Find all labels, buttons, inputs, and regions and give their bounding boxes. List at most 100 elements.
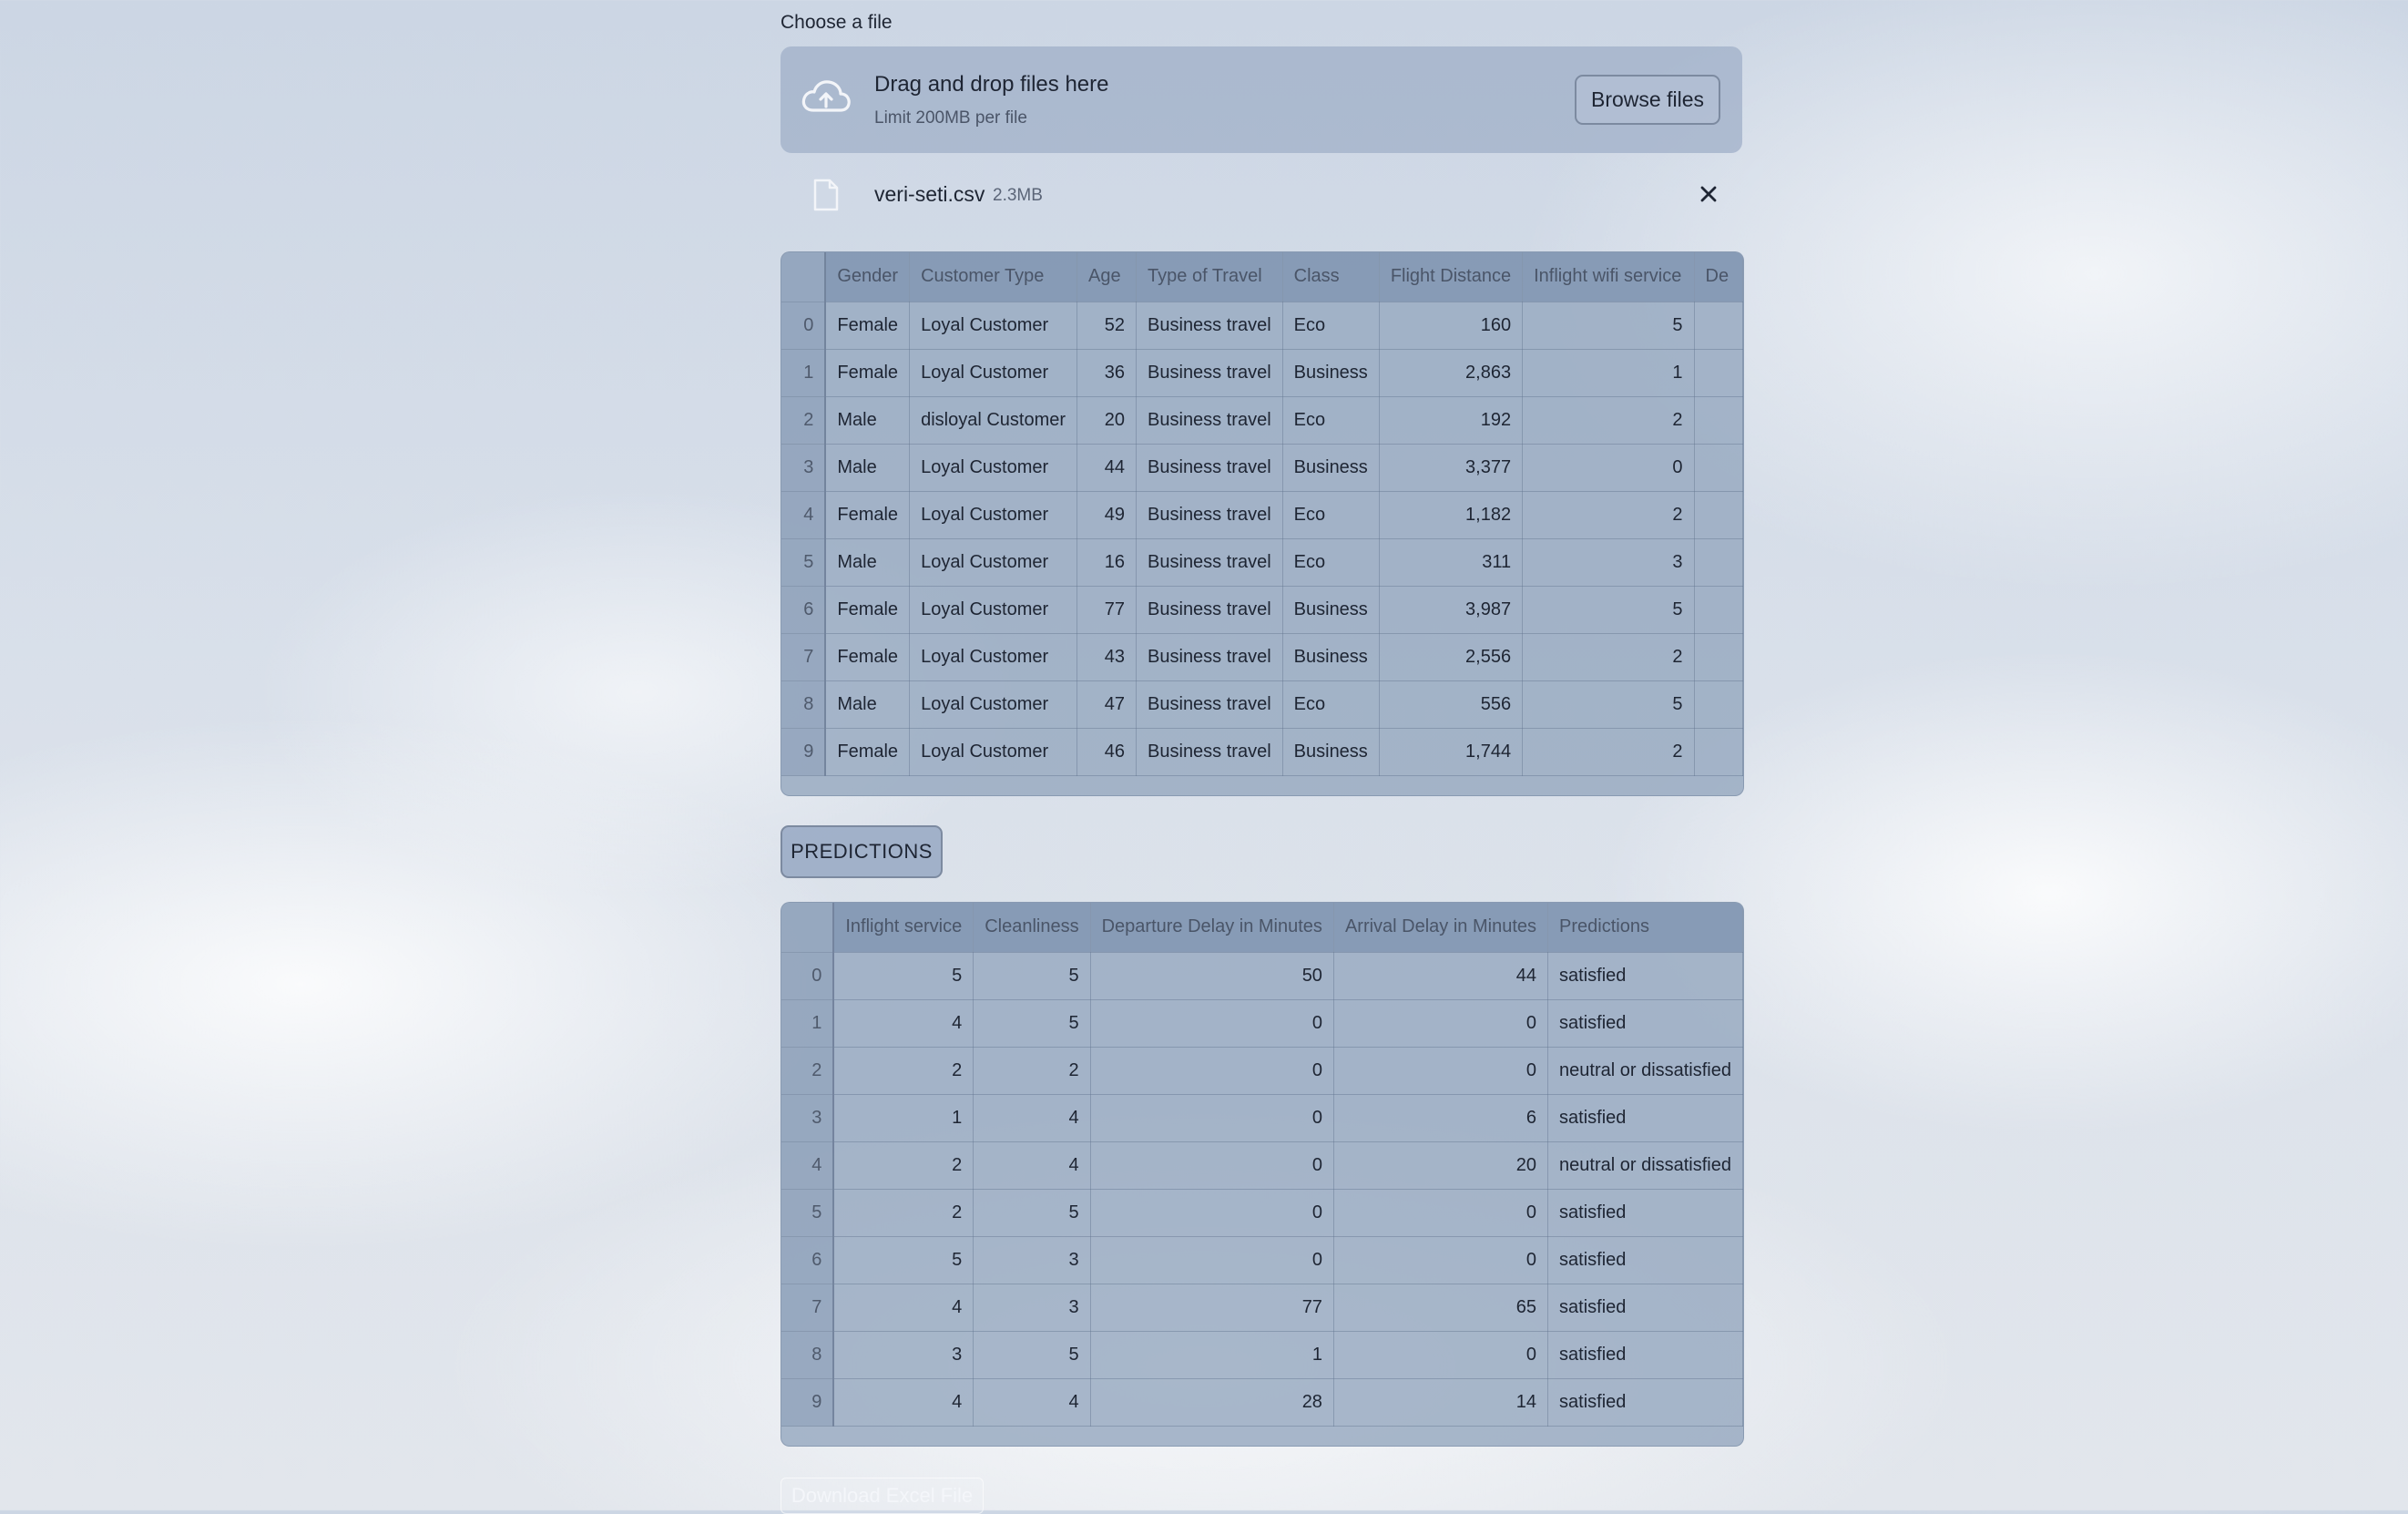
table-cell[interactable]: 47 [1076,680,1138,729]
table-cell[interactable]: 0 [1522,444,1695,492]
table-cell[interactable]: 20 [1333,1141,1549,1190]
table-cell[interactable] [1694,728,1743,776]
table-cell[interactable]: 3 [973,1284,1091,1332]
table-cell[interactable]: Eco [1282,538,1380,587]
table-cell[interactable]: 77 [1090,1284,1334,1332]
table-cell[interactable] [1694,680,1743,729]
table-cell[interactable]: Loyal Customer [909,680,1078,729]
table-cell[interactable]: 5 [1522,302,1695,350]
table-cell[interactable]: 5 [833,1236,974,1284]
dataset-table[interactable]: Gender Customer Type Age Type of Travel Clas… [781,251,1744,796]
table-cell[interactable]: 36 [1076,349,1138,397]
row-index-cell[interactable]: 1 [781,349,827,397]
table-row[interactable]: 9 Female Loyal Customer 46 Business travel Bu… [781,728,1743,776]
table-cell[interactable]: Loyal Customer [909,586,1078,634]
table-cell[interactable]: 50 [1090,952,1334,1000]
table-cell[interactable] [1694,349,1743,397]
table-cell[interactable]: 49 [1076,491,1138,539]
remove-file-close-icon[interactable] [1695,180,1722,208]
table-cell[interactable]: satisfied [1547,1331,1743,1379]
table-cell[interactable]: Male [825,680,911,729]
table-cell[interactable]: Eco [1282,491,1380,539]
table-cell[interactable]: 4 [833,1378,974,1427]
browse-files-button[interactable]: Browse files [1575,75,1720,125]
table-cell[interactable]: 5 [833,952,974,1000]
table-cell[interactable]: 28 [1090,1378,1334,1427]
table-cell[interactable]: 2 [1522,633,1695,681]
table-cell[interactable]: 0 [1333,1236,1549,1284]
column-header[interactable]: Gender [825,252,911,302]
index-header[interactable] [781,252,827,302]
table-cell[interactable]: Loyal Customer [909,444,1078,492]
table-cell[interactable]: 1 [833,1094,974,1142]
table-row[interactable]: 0 5 5 50 44 satisfied [781,952,1743,1000]
table-cell[interactable]: 2 [973,1047,1091,1095]
table-cell[interactable]: Business travel [1136,444,1283,492]
table-cell[interactable]: 2 [833,1047,974,1095]
table-cell[interactable]: satisfied [1547,1189,1743,1237]
table-cell[interactable]: Eco [1282,396,1380,445]
table-cell[interactable]: 0 [1090,999,1334,1048]
table-cell[interactable]: 44 [1076,444,1138,492]
table-cell[interactable]: 0 [1090,1047,1334,1095]
table-cell[interactable]: Female [825,349,911,397]
table-cell[interactable]: Business travel [1136,396,1283,445]
column-header[interactable]: Class [1282,252,1380,302]
table-cell[interactable]: Business travel [1136,586,1283,634]
row-index-cell[interactable]: 3 [781,444,827,492]
table-row[interactable]: 6 Female Loyal Customer 77 Business travel Bu… [781,586,1743,634]
row-index-cell[interactable]: 7 [781,633,827,681]
table-row[interactable]: 4 2 4 0 20 neutral or dissatisfied [781,1141,1743,1190]
table-cell[interactable]: Female [825,491,911,539]
row-index-cell[interactable]: 4 [781,491,827,539]
table-cell[interactable] [1694,538,1743,587]
table-cell[interactable]: 5 [1522,680,1695,729]
table-cell[interactable]: Business travel [1136,538,1283,587]
table-cell[interactable]: Eco [1282,680,1380,729]
table-row[interactable]: 1 Female Loyal Customer 36 Business travel Bu… [781,349,1743,397]
table-cell[interactable]: 52 [1076,302,1138,350]
table-cell[interactable]: satisfied [1547,1378,1743,1427]
column-header[interactable]: Age [1076,252,1138,302]
table-cell[interactable]: 20 [1076,396,1138,445]
table-row[interactable]: 7 4 3 77 65 satisfied [781,1284,1743,1332]
table-row[interactable]: 1 4 5 0 0 satisfied [781,999,1743,1048]
table-cell[interactable]: 5 [973,1331,1091,1379]
table-cell[interactable]: 3 [833,1331,974,1379]
table-cell[interactable]: satisfied [1547,1236,1743,1284]
table-cell[interactable] [1694,491,1743,539]
table-cell[interactable]: Loyal Customer [909,728,1078,776]
table-cell[interactable]: Business travel [1136,728,1283,776]
column-header[interactable]: Cleanliness [973,903,1091,953]
table-cell[interactable]: Loyal Customer [909,302,1078,350]
table-cell[interactable]: 2 [833,1189,974,1237]
table-row[interactable]: 3 1 4 0 6 satisfied [781,1094,1743,1142]
table-cell[interactable]: 0 [1333,1047,1549,1095]
table-cell[interactable]: Business travel [1136,633,1283,681]
row-index-cell[interactable]: 4 [781,1141,835,1190]
table-cell[interactable]: 1 [1090,1331,1334,1379]
table-cell[interactable] [1694,396,1743,445]
table-cell[interactable] [1694,444,1743,492]
table-cell[interactable]: Loyal Customer [909,633,1078,681]
table-cell[interactable]: Loyal Customer [909,349,1078,397]
table-cell[interactable]: 0 [1090,1236,1334,1284]
table-cell[interactable]: Business travel [1136,491,1283,539]
table-row[interactable]: 5 2 5 0 0 satisfied [781,1189,1743,1237]
table-cell[interactable]: 3,377 [1379,444,1524,492]
table-cell[interactable]: 2,863 [1379,349,1524,397]
table-cell[interactable]: 5 [1522,586,1695,634]
table-cell[interactable]: Loyal Customer [909,538,1078,587]
column-header[interactable]: Predictions [1547,903,1743,953]
table-cell[interactable]: 4 [833,1284,974,1332]
table-cell[interactable]: 4 [973,1094,1091,1142]
table-row[interactable]: 3 Male Loyal Customer 44 Business travel Busi… [781,444,1743,492]
table-row[interactable]: 7 Female Loyal Customer 43 Business travel Bu… [781,633,1743,681]
table-cell[interactable]: 1,182 [1379,491,1524,539]
column-header[interactable]: Departure Delay in Minutes [1090,903,1334,953]
table-cell[interactable]: Male [825,444,911,492]
column-header[interactable]: Arrival Delay in Minutes [1333,903,1549,953]
table-cell[interactable]: 2,556 [1379,633,1524,681]
row-index-cell[interactable]: 8 [781,680,827,729]
table-cell[interactable]: 5 [973,1189,1091,1237]
